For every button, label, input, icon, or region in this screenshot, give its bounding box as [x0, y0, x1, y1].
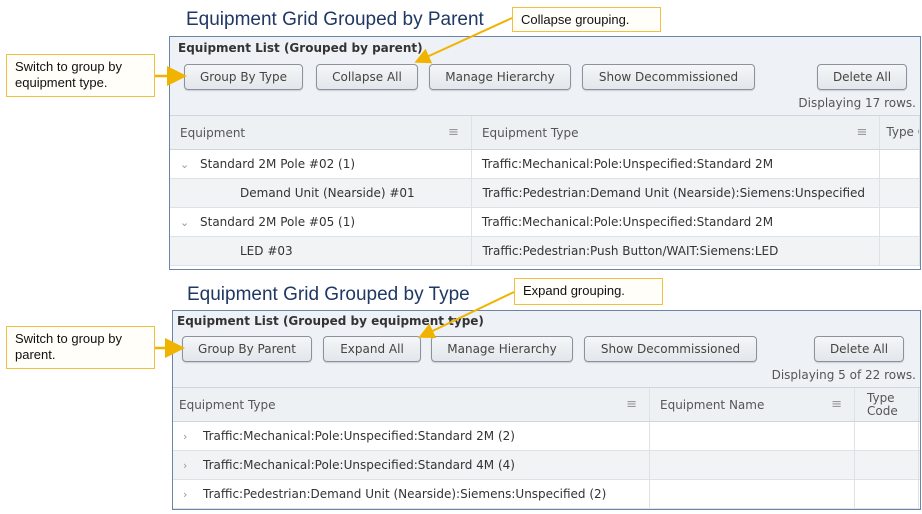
- callout-switch-to-parent: Switch to group by parent.: [6, 326, 155, 369]
- column-header-equipment[interactable]: Equipment ≡: [170, 116, 472, 149]
- chevron-down-icon[interactable]: ⌄: [180, 216, 200, 229]
- equipment-grid: Equipment ≡ Equipment Type ≡ Type Code ⌄…: [170, 115, 920, 269]
- manage-hierarchy-button[interactable]: Manage Hierarchy: [429, 64, 571, 90]
- group-by-parent-button[interactable]: Group By Parent: [182, 336, 312, 362]
- column-menu-icon[interactable]: ≡: [448, 125, 459, 140]
- column-menu-icon[interactable]: ≡: [856, 125, 867, 140]
- table-row[interactable]: ⌄ Standard 2M Pole #02 (1) Traffic:Mechan…: [170, 150, 920, 179]
- delete-all-button[interactable]: Delete All: [817, 64, 907, 90]
- equipment-panel-by-parent: Equipment List (Grouped by parent) Group…: [169, 36, 921, 270]
- show-decommissioned-button[interactable]: Show Decommissioned: [582, 64, 755, 90]
- chevron-right-icon[interactable]: ›: [183, 488, 203, 501]
- table-row[interactable]: › Traffic:Pedestrian:Demand Unit (Nearsid…: [173, 480, 920, 509]
- group-by-type-button[interactable]: Group By Type: [184, 64, 303, 90]
- column-header-type-code[interactable]: Type Code: [880, 116, 920, 149]
- row-count: Displaying 17 rows.: [798, 96, 916, 110]
- column-header-equipment-name[interactable]: Equipment Name ≡: [650, 388, 855, 421]
- table-row[interactable]: ⌄ Standard 2M Pole #05 (1) Traffic:Mechan…: [170, 208, 920, 237]
- column-header-equipment-type[interactable]: Equipment Type ≡: [173, 388, 650, 421]
- column-header-equipment-type[interactable]: Equipment Type ≡: [472, 116, 881, 149]
- equipment-panel-by-type: Equipment List (Grouped by equipment typ…: [172, 310, 921, 510]
- grid-header: Equipment Type ≡ Equipment Name ≡ Type C…: [173, 388, 920, 422]
- manage-hierarchy-button[interactable]: Manage Hierarchy: [431, 336, 573, 362]
- grid-header: Equipment ≡ Equipment Type ≡ Type Code: [170, 116, 920, 150]
- section-title-parent: Equipment Grid Grouped by Parent: [186, 9, 484, 30]
- expand-all-button[interactable]: Expand All: [323, 336, 421, 362]
- row-count: Displaying 5 of 22 rows.: [771, 368, 916, 382]
- panel-title: Equipment List (Grouped by parent): [178, 41, 423, 55]
- collapse-all-button[interactable]: Collapse All: [316, 64, 418, 90]
- table-row[interactable]: › Traffic:Mechanical:Pole:Unspecified:Sta…: [173, 451, 920, 480]
- table-row[interactable]: LED #03 Traffic:Pedestrian:Push Button/W…: [170, 237, 920, 266]
- column-menu-icon[interactable]: ≡: [626, 397, 637, 412]
- panel-title: Equipment List (Grouped by equipment typ…: [177, 314, 484, 328]
- chevron-down-icon[interactable]: ⌄: [180, 158, 200, 171]
- callout-expand-grouping: Expand grouping.: [514, 278, 663, 305]
- section-title-type: Equipment Grid Grouped by Type: [187, 284, 470, 305]
- equipment-grid: Equipment Type ≡ Equipment Name ≡ Type C…: [173, 387, 920, 509]
- column-header-type-code[interactable]: Type Code: [855, 388, 919, 421]
- chevron-right-icon[interactable]: ›: [183, 459, 203, 472]
- chevron-right-icon[interactable]: ›: [183, 430, 203, 443]
- delete-all-button[interactable]: Delete All: [814, 336, 904, 362]
- show-decommissioned-button[interactable]: Show Decommissioned: [584, 336, 757, 362]
- callout-collapse-grouping: Collapse grouping.: [512, 7, 661, 32]
- table-row[interactable]: › Traffic:Mechanical:Pole:Unspecified:Sta…: [173, 422, 920, 451]
- column-menu-icon[interactable]: ≡: [831, 397, 842, 412]
- table-row[interactable]: Demand Unit (Nearside) #01 Traffic:Pedes…: [170, 179, 920, 208]
- callout-switch-to-type: Switch to group by equipment type.: [6, 54, 155, 97]
